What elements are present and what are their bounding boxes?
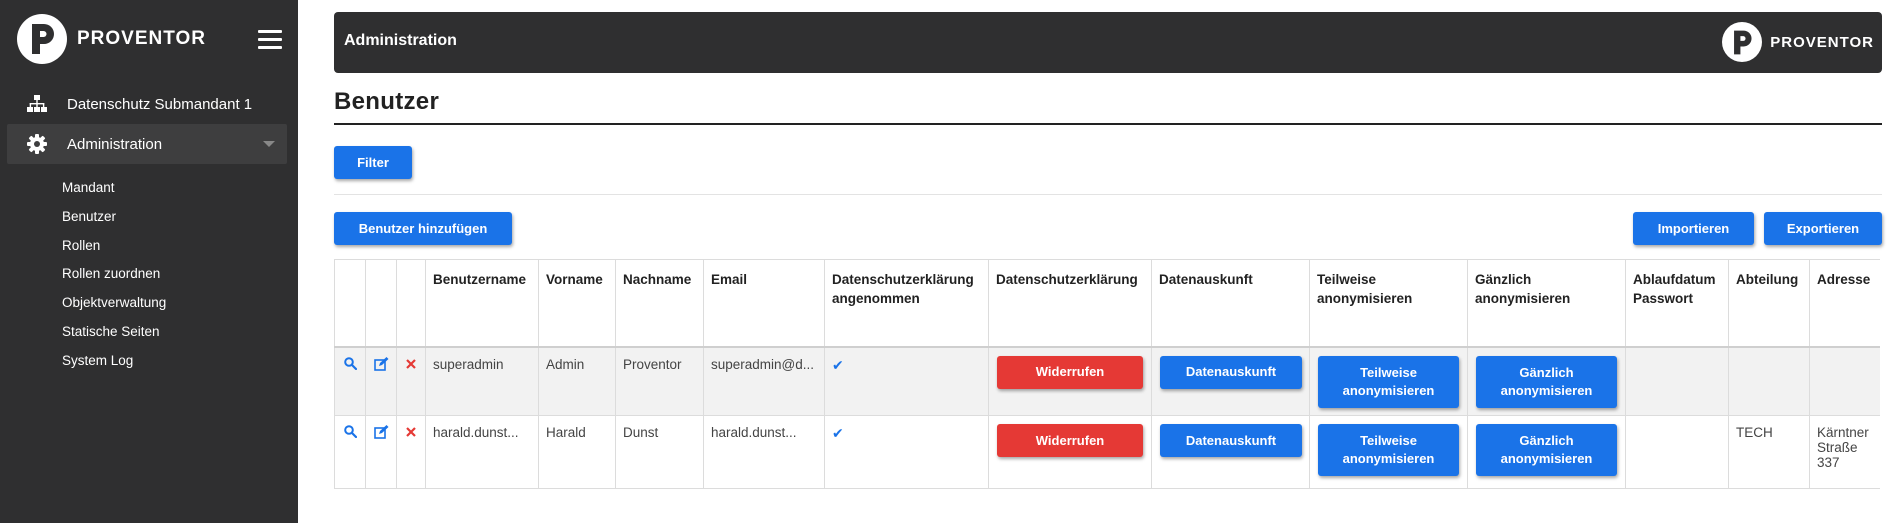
toolbar-divider [334,194,1882,195]
checkmark-icon: ✔ [832,425,844,441]
partial-anonymize-button[interactable]: Teilweise anonymisieren [1318,355,1459,408]
users-table: Benutzername Vorname Nachname Email Date… [334,259,1880,489]
cell-full-anon: Gänzlich anonymisieren [1467,415,1626,489]
cell-firstname: Admin [538,346,616,416]
header-address[interactable]: Adresse [1809,259,1880,347]
edit-icon[interactable] [373,356,389,374]
search-icon[interactable] [343,425,357,441]
checkmark-icon: ✔ [832,356,844,373]
add-user-button[interactable]: Benutzer hinzufügen [334,212,512,245]
cell-lastname: Dunst [615,415,704,489]
page-title: Benutzer [334,88,440,115]
header-privacy-accepted[interactable]: Datenschutzerklärung angenommen [824,259,989,347]
view-cell [334,346,366,416]
cell-data-info: Datenauskunft [1151,346,1310,416]
edit-cell [365,346,397,416]
export-button[interactable]: Exportieren [1764,212,1882,245]
header-pw-expiry[interactable]: Ablaufdatum Passwort [1625,259,1729,347]
proventor-logo-icon [1722,22,1763,62]
cell-firstname: Harald [538,415,616,489]
header-department[interactable]: Abteilung [1728,259,1810,347]
sidebar-subitem-statische-seiten[interactable]: Statische Seiten [62,322,166,351]
brand-name: PROVENTOR [1770,33,1874,51]
top-bar: Administration PROVENTOR [334,12,1882,73]
sidebar-subitem-rollen-zuordnen[interactable]: Rollen zuordnen [62,264,166,293]
delete-icon[interactable] [406,425,416,440]
brand-name: PROVENTOR [77,28,207,49]
gear-icon [7,134,67,154]
sidebar-subitem-rollen[interactable]: Rollen [62,236,166,265]
partial-anonymize-button[interactable]: Teilweise anonymisieren [1318,424,1459,476]
topbar-brand: PROVENTOR [1722,22,1874,62]
view-cell [334,415,366,489]
header-lastname[interactable]: Nachname [615,259,704,347]
full-anonymize-button[interactable]: Gänzlich anonymisieren [1476,355,1617,408]
delete-cell [396,415,426,489]
sidebar-subnav: Mandant Benutzer Rollen Rollen zuordnen … [62,178,166,380]
header-edit [365,259,397,347]
sidebar-item-administration[interactable]: Administration [7,124,287,164]
sidebar-item-datenschutz-submandant[interactable]: Datenschutz Submandant 1 [7,84,287,124]
cell-pw-expiry [1625,346,1729,416]
sitemap-icon [7,95,67,113]
menu-toggle-icon[interactable] [258,30,282,50]
topbar-title: Administration [344,32,457,49]
header-privacy[interactable]: Datenschutzerklärung [988,259,1152,347]
header-data-info[interactable]: Datenauskunft [1151,259,1310,347]
data-info-button[interactable]: Datenauskunft [1160,424,1302,457]
search-icon[interactable] [343,356,357,373]
cell-privacy-accepted: ✔ [824,415,989,489]
import-button[interactable]: Importieren [1633,212,1754,245]
cell-address [1809,346,1880,416]
cell-partial-anon: Teilweise anonymisieren [1309,415,1468,489]
cell-data-info: Datenauskunft [1151,415,1310,489]
revoke-button[interactable]: Widerrufen [997,424,1143,457]
table-header-row: Benutzername Vorname Nachname Email Date… [334,259,1880,347]
cell-full-anon: Gänzlich anonymisieren [1467,346,1626,416]
edit-icon[interactable] [373,425,389,442]
header-delete [396,259,426,347]
cell-privacy: Widerrufen [988,346,1152,416]
cell-email: superadmin@d... [703,346,825,416]
revoke-button[interactable]: Widerrufen [997,355,1143,389]
caret-down-icon [263,141,275,147]
cell-privacy-accepted: ✔ [824,346,989,416]
sidebar: PROVENTOR Datenschutz Submandant 1 Admin… [0,0,298,523]
cell-department [1728,346,1810,416]
sidebar-subitem-benutzer[interactable]: Benutzer [62,207,166,236]
cell-partial-anon: Teilweise anonymisieren [1309,346,1468,416]
full-anonymize-button[interactable]: Gänzlich anonymisieren [1476,424,1617,476]
cell-address: Kärntner Straße 337 [1809,415,1880,489]
table-row: superadmin Admin Proventor superadmin@d.… [334,346,1880,416]
header-view [334,259,366,347]
header-email[interactable]: Email [703,259,825,347]
header-full-anon[interactable]: Gänzlich anonymisieren [1467,259,1626,347]
sidebar-item-label: Administration [67,135,163,153]
users-table-container[interactable]: Benutzername Vorname Nachname Email Date… [334,259,1880,490]
filter-button[interactable]: Filter [334,146,412,179]
sidebar-subitem-mandant[interactable]: Mandant [62,178,166,207]
proventor-logo-icon [17,14,67,64]
sidebar-subitem-system-log[interactable]: System Log [62,351,166,380]
header-username[interactable]: Benutzername [425,259,539,347]
data-info-button[interactable]: Datenauskunft [1160,355,1302,389]
sidebar-subitem-objektverwaltung[interactable]: Objektverwaltung [62,293,166,322]
cell-department: TECH [1728,415,1810,489]
delete-icon[interactable] [406,357,416,372]
cell-email: harald.dunst... [703,415,825,489]
cell-username: harald.dunst... [425,415,539,489]
table-row: harald.dunst... Harald Dunst harald.duns… [334,415,1880,489]
cell-privacy: Widerrufen [988,415,1152,489]
delete-cell [396,346,426,416]
edit-cell [365,415,397,489]
cell-pw-expiry [1625,415,1729,489]
title-divider [334,123,1882,125]
header-firstname[interactable]: Vorname [538,259,616,347]
cell-lastname: Proventor [615,346,704,416]
cell-username: superadmin [425,346,539,416]
brand-logo[interactable]: PROVENTOR [17,14,206,64]
header-partial-anon[interactable]: Teilweise anonymisieren [1309,259,1468,347]
sidebar-item-label: Datenschutz Submandant 1 [67,95,253,113]
